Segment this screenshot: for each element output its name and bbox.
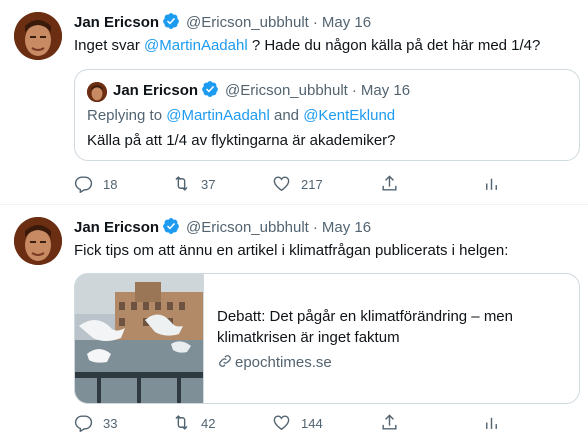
analytics-button[interactable] [482, 413, 501, 433]
tweet-text-post: ? Hade du någon källa på det här med 1/4… [247, 37, 541, 54]
avatar[interactable] [14, 12, 62, 60]
author-handle[interactable]: @Ericson_ubbhult [186, 219, 309, 236]
share-icon [382, 175, 397, 191]
verified-badge-icon [163, 218, 179, 234]
retweet-icon [175, 415, 188, 430]
replying-to-prefix: Replying to [87, 107, 167, 124]
verified-badge-icon [163, 13, 179, 29]
separator-dot: · [312, 14, 318, 31]
retweet-button[interactable]: 42 [172, 413, 215, 433]
avatar[interactable] [14, 217, 62, 265]
separator-dot: · [312, 219, 318, 236]
tweet-header: Jan Ericson @Ericson_ubbhult · May 16 [74, 12, 371, 34]
like-button[interactable]: 217 [272, 174, 323, 194]
mention-link[interactable]: @KentEklund [303, 107, 395, 124]
share-button[interactable] [380, 413, 399, 433]
link-card-domain: epochtimes.se [217, 352, 332, 374]
retweet-button[interactable]: 37 [172, 174, 215, 194]
quoted-tweet[interactable]: Jan Ericson @Ericson_ubbhult · May 16 Reply… [74, 69, 580, 161]
link-card[interactable]: Debatt: Det pågår en klimatförändring – … [74, 273, 580, 404]
tweet-date[interactable]: May 16 [322, 219, 371, 236]
heart-icon [273, 415, 290, 431]
verified-badge-icon [202, 81, 218, 97]
retweet-count: 42 [201, 416, 216, 431]
quoted-author-name: Jan Ericson [113, 82, 199, 99]
tweet-text: Inget svar @MartinAadahl ? Hade du någon… [74, 35, 540, 57]
quoted-avatar [87, 82, 107, 102]
tweet-text-pre: Inget svar [74, 37, 145, 54]
separator-dot: · [351, 82, 357, 99]
tweet-text: Fick tips om att ännu en artikel i klima… [74, 242, 509, 259]
tweet-date[interactable]: May 16 [322, 14, 371, 31]
analytics-icon [486, 178, 497, 190]
author-name[interactable]: Jan Ericson [74, 219, 159, 236]
replying-to-and: and [269, 107, 304, 124]
retweet-count: 37 [201, 177, 216, 192]
tweet-actions: 33 42 144 [74, 413, 580, 433]
quoted-author-handle: @Ericson_ubbhult [225, 82, 348, 99]
link-card-title: Debatt: Det pågår en klimatförändring – … [217, 308, 513, 346]
replying-to-line: Replying to @MartinAadahl and @KentEklun… [87, 105, 395, 127]
reply-button[interactable]: 18 [74, 174, 117, 194]
mention-link[interactable]: @MartinAadahl [144, 37, 248, 54]
link-card-domain-text: epochtimes.se [235, 354, 332, 371]
mention-link[interactable]: @MartinAadahl [166, 107, 270, 124]
reply-button[interactable]: 33 [74, 413, 117, 433]
link-icon [219, 355, 231, 367]
link-card-image [75, 274, 204, 403]
quoted-header: Jan Ericson @Ericson_ubbhult · May 16 [113, 80, 410, 102]
author-handle[interactable]: @Ericson_ubbhult [186, 14, 309, 31]
reply-count: 18 [103, 177, 118, 192]
reply-icon [74, 176, 93, 194]
like-button[interactable]: 144 [272, 413, 323, 433]
share-button[interactable] [380, 174, 399, 194]
share-icon [382, 414, 397, 430]
reply-icon [74, 415, 93, 433]
tweet-actions: 18 37 217 [74, 174, 580, 194]
retweet-icon [175, 176, 188, 191]
like-count: 217 [301, 177, 323, 192]
like-count: 144 [301, 416, 323, 431]
tweet[interactable]: Jan Ericson @Ericson_ubbhult · May 16 Inget… [0, 0, 588, 205]
tweet[interactable]: Jan Ericson @Ericson_ubbhult · May 16 Fick … [0, 205, 588, 446]
analytics-button[interactable] [482, 174, 501, 194]
quoted-text: Källa på att 1/4 av flyktingarna är akad… [87, 132, 396, 149]
reply-count: 33 [103, 416, 118, 431]
analytics-icon [486, 417, 497, 429]
tweet-header: Jan Ericson @Ericson_ubbhult · May 16 [74, 217, 371, 239]
quoted-date: May 16 [360, 82, 411, 99]
heart-icon [273, 176, 290, 192]
author-name[interactable]: Jan Ericson [74, 14, 159, 31]
